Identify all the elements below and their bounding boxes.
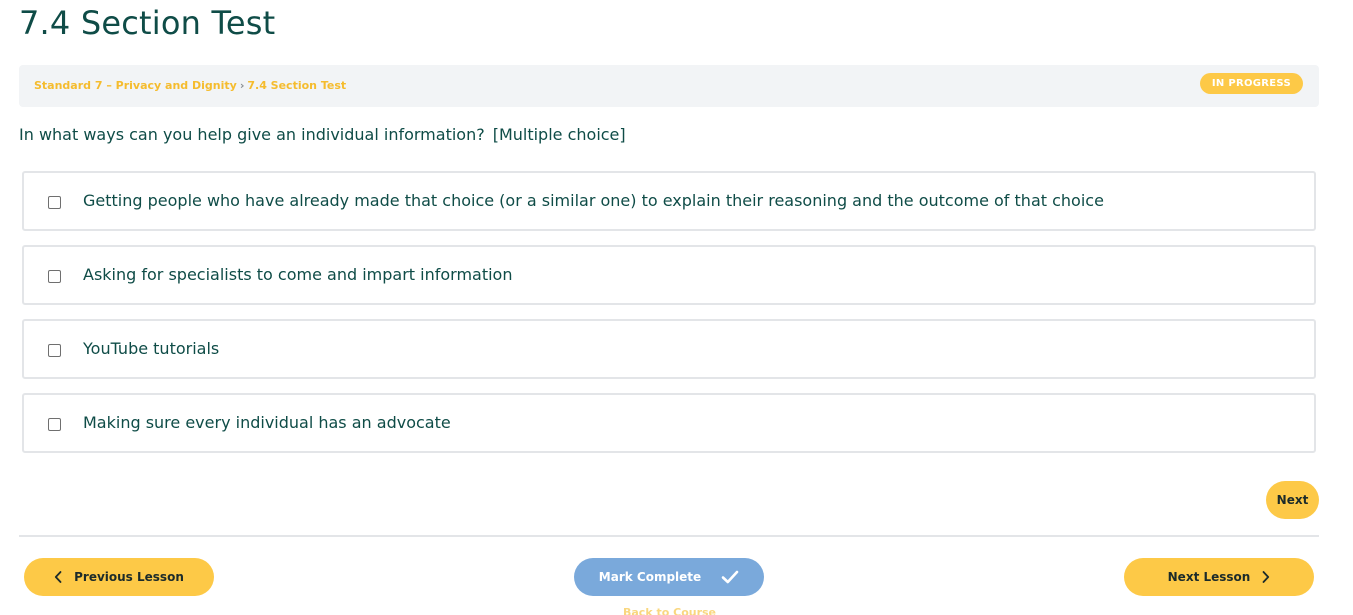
next-lesson-button[interactable]: Next Lesson: [1124, 558, 1314, 596]
question-prompt: In what ways can you help give an indivi…: [19, 125, 626, 144]
question-type: [Multiple choice]: [492, 125, 626, 144]
answer-label: Asking for specialists to come and impar…: [83, 265, 513, 284]
breadcrumb-separator: ›: [239, 79, 245, 92]
divider: [19, 535, 1319, 537]
breadcrumb-item-standard[interactable]: Standard 7 – Privacy and Dignity: [34, 79, 237, 92]
previous-lesson-button[interactable]: Previous Lesson: [24, 558, 214, 596]
answer-label: Getting people who have already made tha…: [83, 191, 1104, 210]
chevron-right-icon: [1262, 571, 1270, 583]
breadcrumb-item-section-test[interactable]: 7.4 Section Test: [247, 79, 346, 92]
answer-option[interactable]: Getting people who have already made tha…: [22, 171, 1316, 231]
next-lesson-label: Next Lesson: [1167, 570, 1251, 584]
answer-checkbox[interactable]: [48, 270, 61, 283]
breadcrumb: Standard 7 – Privacy and Dignity › 7.4 Sec…: [34, 79, 346, 92]
breadcrumb-bar: Standard 7 – Privacy and Dignity › 7.4 Sec…: [19, 65, 1319, 107]
answer-list: Getting people who have already made tha…: [22, 171, 1316, 467]
answer-checkbox[interactable]: [48, 196, 61, 209]
answer-option[interactable]: Asking for specialists to come and impar…: [22, 245, 1316, 305]
question-text: In what ways can you help give an indivi…: [19, 125, 485, 144]
answer-option[interactable]: Making sure every individual has an advo…: [22, 393, 1316, 453]
mark-complete-label: Mark Complete: [598, 570, 702, 584]
quiz-next-button[interactable]: Next: [1266, 481, 1319, 519]
answer-option[interactable]: YouTube tutorials: [22, 319, 1316, 379]
mark-complete-button[interactable]: Mark Complete: [574, 558, 764, 596]
check-icon: [721, 570, 739, 584]
answer-checkbox[interactable]: [48, 344, 61, 357]
answer-checkbox[interactable]: [48, 418, 61, 431]
back-to-course-link[interactable]: Back to Course: [623, 606, 716, 615]
answer-label: Making sure every individual has an advo…: [83, 413, 451, 432]
answer-label: YouTube tutorials: [83, 339, 220, 358]
status-badge: IN PROGRESS: [1199, 73, 1303, 94]
page-title: 7.4 Section Test: [19, 4, 276, 42]
previous-lesson-label: Previous Lesson: [74, 570, 184, 584]
chevron-left-icon: [54, 571, 62, 583]
